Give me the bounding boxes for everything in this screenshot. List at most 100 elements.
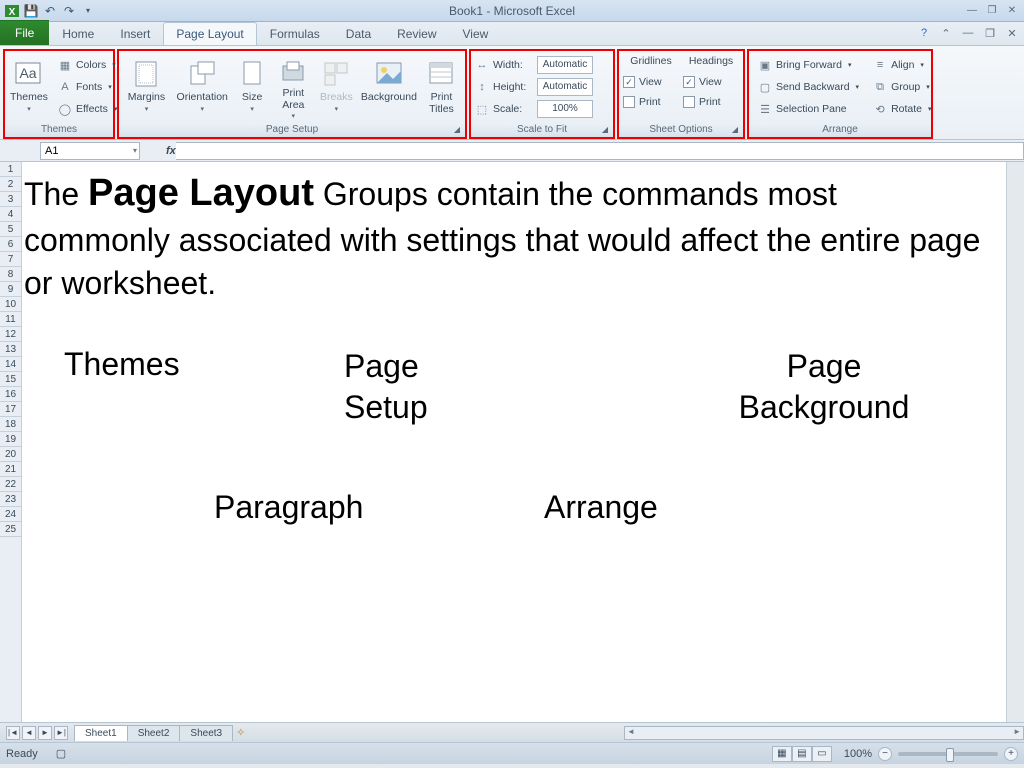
zoom-slider[interactable] xyxy=(898,752,998,756)
minimize-ribbon-icon[interactable]: ⌃ xyxy=(938,25,954,41)
scale-launcher[interactable]: ◢ xyxy=(600,124,610,134)
selection-pane-button[interactable]: ☰Selection Pane xyxy=(753,99,864,119)
help-icon[interactable]: ? xyxy=(916,25,932,41)
qat-customize-icon[interactable]: ▾ xyxy=(80,3,96,19)
background-button[interactable]: Background xyxy=(360,53,418,119)
headings-view-check[interactable]: ✓View xyxy=(683,73,739,91)
scale-input[interactable]: 100% xyxy=(537,100,593,118)
tab-data[interactable]: Data xyxy=(333,22,384,45)
zoom-value[interactable]: 100% xyxy=(844,748,872,760)
sheet-tab-2[interactable]: Sheet2 xyxy=(127,725,181,741)
sheet-tab-1[interactable]: Sheet1 xyxy=(74,725,128,741)
tab-file[interactable]: File xyxy=(0,20,49,45)
redo-icon[interactable]: ↷ xyxy=(61,3,77,19)
row-header[interactable]: 3 xyxy=(0,192,21,207)
row-header[interactable]: 4 xyxy=(0,207,21,222)
horizontal-scrollbar[interactable] xyxy=(624,726,1024,740)
minimize-button[interactable]: — xyxy=(964,4,980,18)
themes-button[interactable]: Aa Themes ▾ xyxy=(9,53,49,119)
zoom-in-button[interactable]: + xyxy=(1004,747,1018,761)
sheet-tab-3[interactable]: Sheet3 xyxy=(179,725,233,741)
row-header[interactable]: 10 xyxy=(0,297,21,312)
fx-icon[interactable]: fx xyxy=(166,145,176,157)
orientation-button[interactable]: Orientation▾ xyxy=(174,53,231,119)
size-label: Size xyxy=(242,92,262,104)
row-header[interactable]: 1 xyxy=(0,162,21,177)
sheet-nav-prev[interactable]: ◄ xyxy=(22,726,36,740)
row-header[interactable]: 22 xyxy=(0,477,21,492)
restore-button[interactable]: ❐ xyxy=(984,4,1000,18)
doc-minimize-icon[interactable]: — xyxy=(960,25,976,41)
name-box[interactable]: A1 xyxy=(40,142,140,160)
tab-review[interactable]: Review xyxy=(384,22,449,45)
row-header[interactable]: 2 xyxy=(0,177,21,192)
gridlines-view-check[interactable]: ✓View xyxy=(623,73,679,91)
background-label: Background xyxy=(361,92,417,104)
scale-label: Scale: xyxy=(493,103,533,115)
breaks-button[interactable]: Breaks▾ xyxy=(317,53,356,119)
print-area-button[interactable]: Print Area▾ xyxy=(274,53,313,119)
vertical-scrollbar[interactable] xyxy=(1006,162,1024,722)
height-input[interactable]: Automatic xyxy=(537,78,593,96)
align-button[interactable]: ≡Align▾ xyxy=(868,55,936,75)
width-input[interactable]: Automatic xyxy=(537,56,593,74)
row-header[interactable]: 12 xyxy=(0,327,21,342)
view-page-break[interactable]: ▭ xyxy=(812,746,832,762)
doc-restore-icon[interactable]: ❐ xyxy=(982,25,998,41)
save-icon[interactable]: 💾 xyxy=(23,3,39,19)
headings-print-check[interactable]: Print xyxy=(683,93,739,111)
row-header[interactable]: 14 xyxy=(0,357,21,372)
row-header[interactable]: 9 xyxy=(0,282,21,297)
sheet-options-launcher[interactable]: ◢ xyxy=(730,124,740,134)
quick-access-toolbar: X 💾 ↶ ↷ ▾ xyxy=(4,3,96,19)
row-header[interactable]: 7 xyxy=(0,252,21,267)
sheet-nav-first[interactable]: |◄ xyxy=(6,726,20,740)
row-header[interactable]: 25 xyxy=(0,522,21,537)
sheet-nav-last[interactable]: ►| xyxy=(54,726,68,740)
page-setup-launcher[interactable]: ◢ xyxy=(452,124,462,134)
tab-formulas[interactable]: Formulas xyxy=(257,22,333,45)
row-header[interactable]: 6 xyxy=(0,237,21,252)
row-header[interactable]: 18 xyxy=(0,417,21,432)
tab-insert[interactable]: Insert xyxy=(107,22,163,45)
new-sheet-button[interactable]: ✧ xyxy=(236,726,256,740)
row-header[interactable]: 8 xyxy=(0,267,21,282)
doc-close-icon[interactable]: ✕ xyxy=(1004,25,1020,41)
zoom-out-button[interactable]: − xyxy=(878,747,892,761)
row-header[interactable]: 17 xyxy=(0,402,21,417)
rotate-button[interactable]: ⟲Rotate▾ xyxy=(868,99,936,119)
fonts-button[interactable]: AFonts▾ xyxy=(53,77,122,97)
row-header[interactable]: 24 xyxy=(0,507,21,522)
size-button[interactable]: Size▾ xyxy=(235,53,270,119)
row-header[interactable]: 19 xyxy=(0,432,21,447)
tab-home[interactable]: Home xyxy=(49,22,107,45)
print-titles-button[interactable]: Print Titles xyxy=(422,53,461,119)
formula-input[interactable] xyxy=(176,142,1024,160)
status-bar: Ready ▢ ▦ ▤ ▭ 100% − + xyxy=(0,742,1024,764)
row-header[interactable]: 11 xyxy=(0,312,21,327)
group-button[interactable]: ⧉Group▾ xyxy=(868,77,936,97)
view-normal[interactable]: ▦ xyxy=(772,746,792,762)
send-backward-button[interactable]: ▢Send Backward▾ xyxy=(753,77,864,97)
row-header[interactable]: 23 xyxy=(0,492,21,507)
effects-button[interactable]: ◯Effects▾ xyxy=(53,99,122,119)
macro-record-icon[interactable]: ▢ xyxy=(56,747,66,760)
close-button[interactable]: ✕ xyxy=(1004,4,1020,18)
tab-view[interactable]: View xyxy=(450,22,502,45)
sheet-nav-next[interactable]: ► xyxy=(38,726,52,740)
row-header[interactable]: 21 xyxy=(0,462,21,477)
tab-page-layout[interactable]: Page Layout xyxy=(163,22,256,45)
row-header[interactable]: 15 xyxy=(0,372,21,387)
headings-view-label: View xyxy=(699,76,722,88)
margins-button[interactable]: Margins▾ xyxy=(123,53,170,119)
row-header[interactable]: 5 xyxy=(0,222,21,237)
gridlines-print-check[interactable]: Print xyxy=(623,93,679,111)
row-header[interactable]: 16 xyxy=(0,387,21,402)
row-header[interactable]: 20 xyxy=(0,447,21,462)
bring-forward-button[interactable]: ▣Bring Forward▾ xyxy=(753,55,864,75)
view-page-layout[interactable]: ▤ xyxy=(792,746,812,762)
row-header[interactable]: 13 xyxy=(0,342,21,357)
colors-button[interactable]: ▦Colors▾ xyxy=(53,55,122,75)
colors-label: Colors xyxy=(76,59,106,71)
undo-icon[interactable]: ↶ xyxy=(42,3,58,19)
